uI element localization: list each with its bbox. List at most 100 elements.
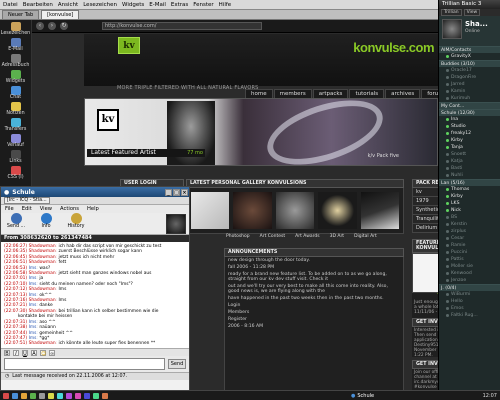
taskbar-item-schule[interactable]: ● Schule	[351, 393, 374, 399]
contact-menu-view[interactable]: View	[463, 9, 481, 16]
italic-button[interactable]: I	[13, 349, 19, 357]
profile-name[interactable]: Sha...	[465, 20, 488, 28]
tool-send[interactable]: Send ...	[5, 213, 27, 234]
contact-item[interactable]: GravityX	[439, 53, 500, 60]
contact-item[interactable]: Faltki Rug...	[439, 312, 500, 319]
menu-item-lesezeichen[interactable]: Lesezeichen	[83, 2, 117, 8]
contact-item[interactable]: Nick	[439, 207, 500, 214]
quicklaunch-icon[interactable]	[21, 392, 27, 399]
message-input[interactable]	[4, 358, 165, 370]
contact-group[interactable]: Buddies (3/10)	[439, 60, 500, 67]
gallery-link[interactable]: Art Awards	[295, 234, 319, 239]
contact-item[interactable]: zirplus	[439, 228, 500, 235]
menu-item-bearbeiten[interactable]: Bearbeiten	[23, 2, 53, 8]
gallery-link[interactable]: Art Contest	[260, 234, 286, 239]
contact-group[interactable]: AIM/Contacts	[439, 46, 500, 53]
contact-item[interactable]: Nuhli	[439, 172, 500, 179]
browser-tab[interactable]: [konvulse]	[41, 10, 80, 19]
contact-item[interactable]: Kenwood	[439, 270, 500, 277]
gallery-link[interactable]: 3D Art	[330, 234, 344, 239]
url-input[interactable]: http://konvulse.com/	[102, 22, 262, 30]
dock-item-lesezeichen[interactable]: Lesezeichen	[1, 22, 31, 38]
contact-group[interactable]: Schule (12/30)	[439, 109, 500, 116]
quicklaunch-icon[interactable]	[39, 392, 45, 399]
contact-item[interactable]: Jarred	[439, 81, 500, 88]
dock-item-widgets[interactable]: Widgets	[1, 70, 31, 86]
dock-item-links[interactable]: Links	[1, 150, 31, 166]
contact-item[interactable]: Pattis	[439, 256, 500, 263]
contact-item[interactable]: Thomas	[439, 186, 500, 193]
underline-button[interactable]: U	[22, 349, 28, 357]
gallery-thumb[interactable]	[360, 192, 400, 229]
dock-item-notizen[interactable]: Notizen	[1, 102, 31, 118]
chat-menu-help[interactable]: Help	[87, 206, 99, 212]
dock-item-chat[interactable]: Chat	[1, 86, 31, 102]
contact-item[interactable]: Tanja	[439, 144, 500, 151]
quicklaunch-icon[interactable]	[66, 392, 72, 399]
contact-item[interactable]: Oracle17	[439, 67, 500, 74]
browser-tab[interactable]: Neuer Tab	[2, 10, 40, 19]
reload-button[interactable]: ↻	[60, 22, 68, 30]
quicklaunch-icon[interactable]	[30, 392, 36, 399]
contact-item[interactable]: DragonFire	[439, 74, 500, 81]
contact-item[interactable]: Kirby	[439, 193, 500, 200]
contact-item[interactable]: Basti	[439, 165, 500, 172]
quicklaunch-icon[interactable]	[84, 392, 90, 399]
contact-item[interactable]: Cesar	[439, 235, 500, 242]
quicklaunch-icon[interactable]	[3, 392, 9, 399]
contact-item[interactable]: Ina	[439, 116, 500, 123]
smiley-icon[interactable]: ☺	[40, 349, 46, 357]
quicklaunch-icon[interactable]	[75, 392, 81, 399]
chat-menu-edit[interactable]: Edit	[22, 206, 32, 212]
contact-list-title[interactable]: Trillian Basic 3	[439, 0, 500, 9]
contact-item[interactable]: Jenzoe	[439, 277, 500, 284]
chat-menu-actions[interactable]: Actions	[60, 206, 79, 212]
contact-item[interactable]: Emos	[439, 305, 500, 312]
contact-item[interactable]: Kerstin	[439, 221, 500, 228]
forward-button[interactable]: ›	[48, 22, 56, 30]
contact-item[interactable]: Kamin	[439, 88, 500, 95]
bold-button[interactable]: B	[4, 349, 10, 357]
contact-item[interactable]: Hello	[439, 298, 500, 305]
contact-group[interactable]: Lan (5/16)	[439, 179, 500, 186]
menu-item-ansicht[interactable]: Ansicht	[58, 2, 78, 8]
profile-status[interactable]: Online	[465, 29, 480, 34]
contact-item[interactable]: Puccini	[439, 249, 500, 256]
gallery-thumb[interactable]	[275, 192, 315, 229]
contact-item[interactable]: Ramie	[439, 242, 500, 249]
maximize-button[interactable]: □	[173, 188, 180, 196]
minimize-button[interactable]: _	[165, 188, 172, 196]
contact-item[interactable]: WiBurmi	[439, 291, 500, 298]
contact-item[interactable]: Katja	[439, 158, 500, 165]
contact-item[interactable]: Kurimuh	[439, 95, 500, 102]
link-icon[interactable]: ∞	[49, 349, 55, 357]
menu-item-hilfe[interactable]: Hilfe	[219, 2, 232, 8]
font-button[interactable]: A	[31, 349, 37, 357]
contact-item[interactable]: Snoett	[439, 151, 500, 158]
menu-item-e-mail[interactable]: E-Mail	[149, 2, 166, 8]
dock-item-verlauf[interactable]: Verlauf	[1, 134, 31, 150]
chat-tab[interactable]: [Irc - ICQ - Stia...	[4, 197, 50, 204]
dock-item-transfers[interactable]: Transfers	[1, 118, 31, 134]
dock-item-adressbuch[interactable]: Adressbuch	[1, 54, 31, 70]
gallery-link[interactable]: Digital Art	[354, 234, 377, 239]
contact-menu-trillian[interactable]: Trillian	[441, 9, 462, 16]
contact-item[interactable]: Studio	[439, 123, 500, 130]
send-button[interactable]: Send	[168, 359, 186, 369]
chat-titlebar[interactable]: ● Schule _ □ ×	[1, 187, 189, 197]
contact-item[interactable]: Kirby	[439, 137, 500, 144]
menu-item-widgets[interactable]: Widgets	[122, 2, 144, 8]
contact-item[interactable]: freaky12	[439, 130, 500, 137]
chat-menu-view[interactable]: View	[40, 206, 52, 212]
contact-item[interactable]: Moller sie	[439, 263, 500, 270]
close-button[interactable]: ×	[181, 188, 188, 196]
contact-item[interactable]: BS	[439, 214, 500, 221]
contact-group[interactable]: My Cont...	[439, 102, 500, 109]
back-button[interactable]: ‹	[36, 22, 44, 30]
quicklaunch-icon[interactable]	[102, 392, 108, 399]
menu-item-extras[interactable]: Extras	[171, 2, 188, 8]
chat-menu-file[interactable]: File	[5, 206, 14, 212]
quicklaunch-icon[interactable]	[48, 392, 54, 399]
tool-history[interactable]: History	[65, 213, 87, 234]
contact-group[interactable]: J. (0/4)	[439, 284, 500, 291]
